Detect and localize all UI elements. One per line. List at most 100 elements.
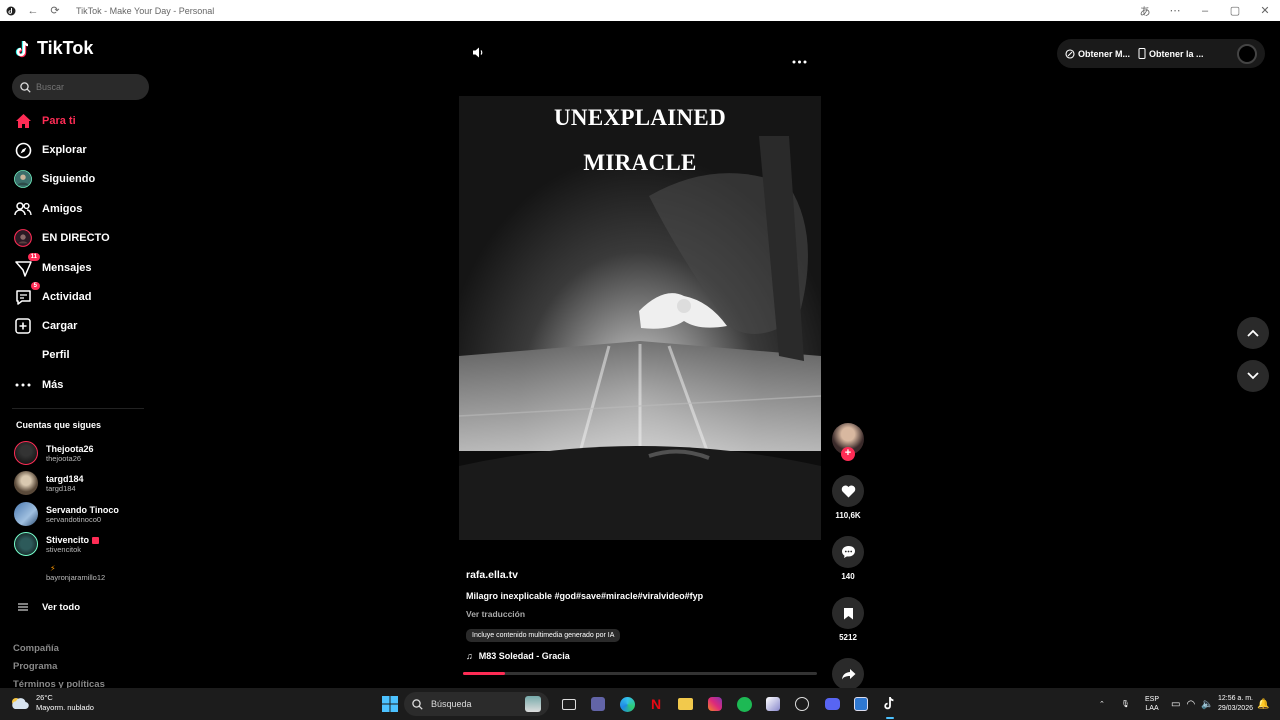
like-count: 110,6K <box>835 511 861 520</box>
following-item[interactable]: Servando Tinoco servandotinoco0 <box>14 502 119 526</box>
close-button[interactable]: ✕ <box>1250 0 1280 21</box>
cloud-icon <box>12 698 29 710</box>
translate-icon[interactable]: あ <box>1130 0 1160 21</box>
nav-cargar[interactable]: Cargar <box>14 315 77 337</box>
language-indicator[interactable]: ESP LAA <box>1145 688 1159 720</box>
app-icon <box>0 0 22 21</box>
windows-start-icon[interactable] <box>380 694 400 714</box>
avatar <box>14 532 38 556</box>
following-item[interactable]: ⚡ bayronjaramillo12 <box>14 564 105 582</box>
previous-video-button[interactable] <box>1237 317 1269 349</box>
profile-avatar[interactable] <box>1237 43 1257 64</box>
heart-icon <box>841 485 855 497</box>
get-app-button-2[interactable]: Obtener la ... <box>1138 48 1204 59</box>
action-bar: + 110,6K 140 5212 9120 <box>831 423 865 719</box>
nav-mas[interactable]: Más <box>14 374 63 396</box>
maximize-button[interactable]: ▢ <box>1220 0 1250 21</box>
nav-mensajes[interactable]: 11 Mensajes <box>14 253 92 279</box>
following-item[interactable]: Stivencito stivencitok <box>14 532 99 556</box>
comment-button[interactable] <box>832 536 864 568</box>
teams-icon[interactable] <box>588 694 608 714</box>
task-view-icon[interactable] <box>559 694 579 714</box>
messages-badge: 11 <box>27 253 40 261</box>
following-item[interactable]: Thejoota26 thejoota26 <box>14 441 94 465</box>
back-icon[interactable]: ← <box>22 0 44 21</box>
profile-icon <box>14 346 32 364</box>
creator-avatar[interactable]: + <box>832 423 864 461</box>
nav-para-ti[interactable]: Para ti <box>14 110 76 132</box>
tray-chevron-icon[interactable]: ⌃ <box>1099 688 1105 720</box>
activity-badge: 5 <box>30 282 40 290</box>
chatgpt-icon[interactable] <box>792 694 812 714</box>
nav-perfil[interactable]: Perfil <box>14 344 70 366</box>
save-button[interactable] <box>832 597 864 629</box>
next-video-button[interactable] <box>1237 360 1269 392</box>
see-all-button[interactable]: Ver todo <box>14 596 80 618</box>
follow-handle: thejoota26 <box>46 453 82 463</box>
footer-link-program[interactable]: Programa <box>13 661 57 672</box>
discord-icon[interactable] <box>822 694 842 714</box>
more-icon <box>14 376 32 394</box>
footer-link-company[interactable]: Compañía <box>13 643 59 654</box>
video-progress-bar[interactable] <box>463 672 817 675</box>
search-input[interactable] <box>36 82 146 92</box>
nav-label: Para ti <box>42 115 76 127</box>
follow-name: targd184 <box>46 473 84 484</box>
search-box[interactable] <box>12 74 149 100</box>
music-note-icon: ♫ <box>466 651 473 661</box>
tiktok-taskbar-icon[interactable] <box>880 694 900 719</box>
nav-siguiendo[interactable]: Siguiendo <box>14 168 95 190</box>
get-app-button-1[interactable]: Obtener M... <box>1065 49 1130 59</box>
system-tray-icons[interactable]: ▭ ◠ 🔈 <box>1171 688 1214 720</box>
author-name[interactable]: rafa.ella.tv <box>466 569 826 581</box>
volume-icon[interactable] <box>472 46 485 64</box>
logo-text: TikTok <box>37 38 94 58</box>
nav-label: Mensajes <box>42 262 92 274</box>
video-player[interactable]: UNEXPLAINED MIRACLE <box>459 96 821 540</box>
music-info[interactable]: ♫ M83 Soledad - Gracia <box>466 651 826 661</box>
tiktok-logo-icon <box>15 40 29 57</box>
following-item[interactable]: targd184 targd184 <box>14 471 84 495</box>
spotify-icon[interactable] <box>734 694 754 714</box>
follow-plus-icon[interactable]: + <box>841 447 855 461</box>
app-icon <box>1065 48 1075 59</box>
compass-icon <box>14 141 32 159</box>
instagram-icon[interactable] <box>705 694 725 714</box>
translate-link[interactable]: Ver traducción <box>466 609 826 619</box>
store-icon[interactable] <box>851 694 871 714</box>
taskbar-search[interactable]: Búsqueda <box>404 692 549 716</box>
generic-app-icon[interactable] <box>763 694 783 714</box>
nav-actividad[interactable]: 5 Actividad <box>14 282 92 308</box>
tiktok-logo[interactable]: TikTok <box>15 38 93 59</box>
avatar <box>14 441 38 465</box>
nav-amigos[interactable]: Amigos <box>14 198 82 220</box>
more-options-icon[interactable]: ⋯ <box>1160 0 1190 21</box>
like-button[interactable] <box>832 475 864 507</box>
following-section-title: Cuentas que sigues <box>16 420 102 430</box>
clock[interactable]: 12:56 a. m. 29/03/2026 <box>1209 688 1253 720</box>
refresh-icon[interactable]: ⟳ <box>44 0 66 21</box>
nav-explorar[interactable]: Explorar <box>14 139 87 161</box>
weather-widget[interactable]: 26°C Mayorm. nublado <box>10 693 94 713</box>
search-highlight-icon <box>525 696 541 712</box>
notification-bell-icon[interactable]: 🔔 <box>1257 688 1269 720</box>
window-titlebar: ← ⟳ TikTok - Make Your Day - Personal あ … <box>0 0 1280 21</box>
video-more-icon[interactable] <box>792 51 807 69</box>
file-explorer-icon[interactable] <box>675 694 695 714</box>
wifi-icon: ◠ <box>1186 698 1196 710</box>
overlay-title-line2: MIRACLE <box>583 150 697 175</box>
share-button[interactable] <box>832 658 864 690</box>
chevron-down-icon <box>1247 372 1259 380</box>
follow-name: Stivencito <box>46 535 99 545</box>
edge-icon[interactable] <box>617 694 637 714</box>
monitor-icon: ▭ <box>1171 698 1181 710</box>
microphone-icon[interactable]: 🎙 <box>1121 688 1130 720</box>
search-icon <box>412 698 423 710</box>
overlay-title-line1: UNEXPLAINED <box>554 105 726 130</box>
minimize-button[interactable]: – <box>1190 0 1220 21</box>
nav-label: Actividad <box>42 291 92 303</box>
nav-label: Siguiendo <box>42 173 96 185</box>
chevron-up-icon <box>1247 329 1259 337</box>
nav-en-directo[interactable]: EN DIRECTO <box>14 227 110 249</box>
netflix-icon[interactable]: N <box>646 694 666 714</box>
